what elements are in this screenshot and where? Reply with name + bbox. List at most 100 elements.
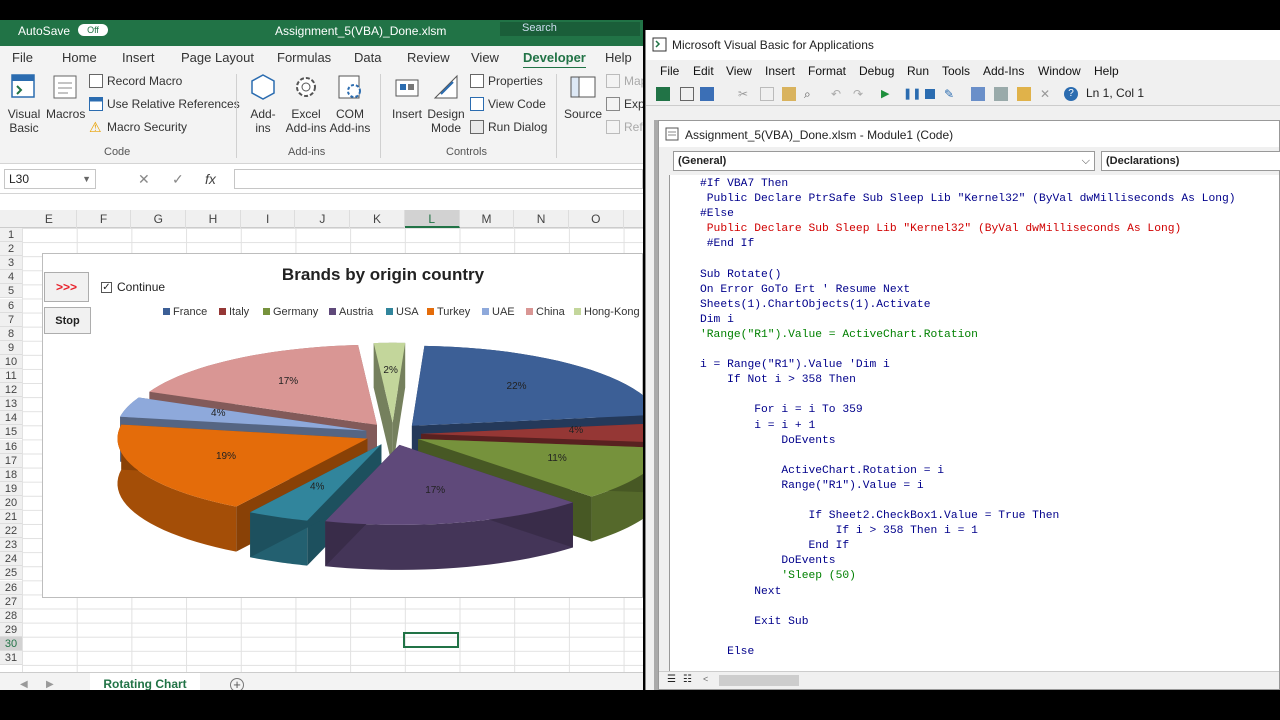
row-header[interactable]: 2 [0,242,22,257]
expansion-packs-button[interactable]: Exp [606,97,643,111]
copy-icon[interactable] [760,87,774,101]
row-header[interactable]: 20 [0,495,22,510]
save-icon[interactable] [700,87,714,101]
row-header[interactable]: 7 [0,312,22,327]
insert-function-icon[interactable]: fx [205,171,216,187]
refresh-data-button[interactable]: Refr [606,120,643,134]
selected-cell[interactable] [403,632,459,648]
map-properties-button[interactable]: Map [606,74,643,88]
relative-references-button[interactable]: Use Relative References [89,97,240,111]
cancel-icon[interactable]: ✕ [138,171,150,188]
paste-icon[interactable] [782,87,796,101]
tab-review[interactable]: Review [407,50,450,65]
checkbox-check-icon[interactable]: ✓ [101,281,112,293]
menu-debug[interactable]: Debug [859,64,894,78]
xml-source-button[interactable]: Source [563,72,603,121]
insert-module-icon[interactable] [680,87,694,101]
tab-home[interactable]: Home [62,50,97,65]
row-header[interactable]: 23 [0,538,22,553]
row-header[interactable]: 15 [0,425,22,440]
menu-help[interactable]: Help [1094,64,1119,78]
row-header[interactable]: 29 [0,622,22,637]
column-header[interactable]: H [186,210,241,228]
row-header[interactable]: 21 [0,510,22,524]
tab-insert[interactable]: Insert [122,50,155,65]
formula-input[interactable] [234,169,643,189]
procedure-view-icon[interactable]: ☰ [667,674,676,685]
run-dialog-button[interactable]: Run Dialog [470,120,547,134]
code-editor[interactable]: #If VBA7 Then Public Declare PtrSafe Sub… [669,175,1279,671]
project-explorer-icon[interactable] [971,87,985,101]
row-header[interactable]: 5 [0,284,22,299]
tab-file[interactable]: File [12,50,33,65]
menu-file[interactable]: File [660,64,679,78]
run-icon[interactable]: ▶ [881,87,895,101]
design-mode-button[interactable]: Design Mode [427,72,465,135]
tab-data[interactable]: Data [354,50,381,65]
find-icon[interactable]: ⌕ [804,87,818,101]
column-header[interactable]: G [131,210,187,228]
row-header[interactable]: 12 [0,383,22,398]
row-header[interactable]: 14 [0,411,22,426]
row-header[interactable]: 25 [0,566,22,581]
addins-button[interactable]: Add- ins [246,72,280,135]
menu-edit[interactable]: Edit [693,64,714,78]
visual-basic-button[interactable]: Visual Basic [6,72,42,135]
undo-icon[interactable]: ↶ [831,87,845,101]
column-header[interactable]: E [22,210,77,228]
row-header[interactable]: 10 [0,354,22,369]
column-header[interactable]: I [241,210,296,228]
stop-button[interactable]: Stop [44,307,91,334]
design-mode-icon[interactable]: ✎ [944,87,958,101]
scroll-right-icon[interactable]: ▶ [46,679,54,690]
row-header[interactable]: 8 [0,326,22,341]
row-header[interactable]: 27 [0,594,22,609]
help-icon[interactable]: ? [1064,87,1078,101]
horizontal-scrollbar-thumb[interactable] [719,675,799,686]
com-addins-button[interactable]: COM Add-ins [328,72,372,135]
chart-object[interactable]: Brands by origin country France Italy Germa… [42,253,643,598]
view-code-button[interactable]: View Code [470,97,546,111]
row-header[interactable]: 28 [0,608,22,623]
view-excel-icon[interactable] [656,87,670,101]
column-header[interactable]: L [404,210,460,228]
toolbox-icon[interactable]: ✕ [1040,87,1054,101]
chevron-down-icon[interactable]: ⌵ [1082,155,1090,168]
properties-button[interactable]: Properties [470,74,543,88]
tab-help[interactable]: Help [605,50,632,65]
menu-insert[interactable]: Insert [765,64,795,78]
row-header[interactable]: 13 [0,397,22,412]
row-header[interactable]: 6 [0,298,22,313]
menu-addins[interactable]: Add-Ins [983,64,1024,78]
row-header[interactable]: 31 [0,651,22,665]
sheet-tab-rotating-chart[interactable]: Rotating Chart [90,673,200,690]
add-sheet-icon[interactable]: + [230,678,244,690]
rotate-button[interactable]: >>> [44,272,89,302]
column-header[interactable]: J [296,210,351,228]
column-header[interactable]: O [569,210,624,228]
tab-view[interactable]: View [471,50,499,65]
column-header[interactable]: F [77,210,132,228]
menu-window[interactable]: Window [1038,64,1081,78]
name-box[interactable]: L30 ▼ [4,169,96,189]
row-header[interactable]: 17 [0,453,22,468]
row-header[interactable]: 30 [0,636,22,651]
redo-icon[interactable]: ↷ [853,87,867,101]
macro-security-button[interactable]: ⚠ Macro Security [89,120,187,134]
row-header[interactable]: 16 [0,439,22,454]
menu-tools[interactable]: Tools [942,64,970,78]
search-box[interactable]: Search [500,22,640,36]
tab-page-layout[interactable]: Page Layout [181,50,254,65]
row-header[interactable]: 11 [0,369,22,383]
tab-formulas[interactable]: Formulas [277,50,331,65]
row-header[interactable]: 26 [0,580,22,595]
enter-check-icon[interactable]: ✓ [172,171,184,188]
insert-control-button[interactable]: Insert [390,72,424,121]
row-header[interactable]: 9 [0,340,22,355]
column-header[interactable]: N [514,210,569,228]
row-header[interactable]: 19 [0,481,22,496]
excel-addins-button[interactable]: Excel Add-ins [284,72,328,135]
properties-window-icon[interactable] [994,87,1008,101]
reset-icon[interactable] [925,89,935,99]
menu-format[interactable]: Format [808,64,846,78]
